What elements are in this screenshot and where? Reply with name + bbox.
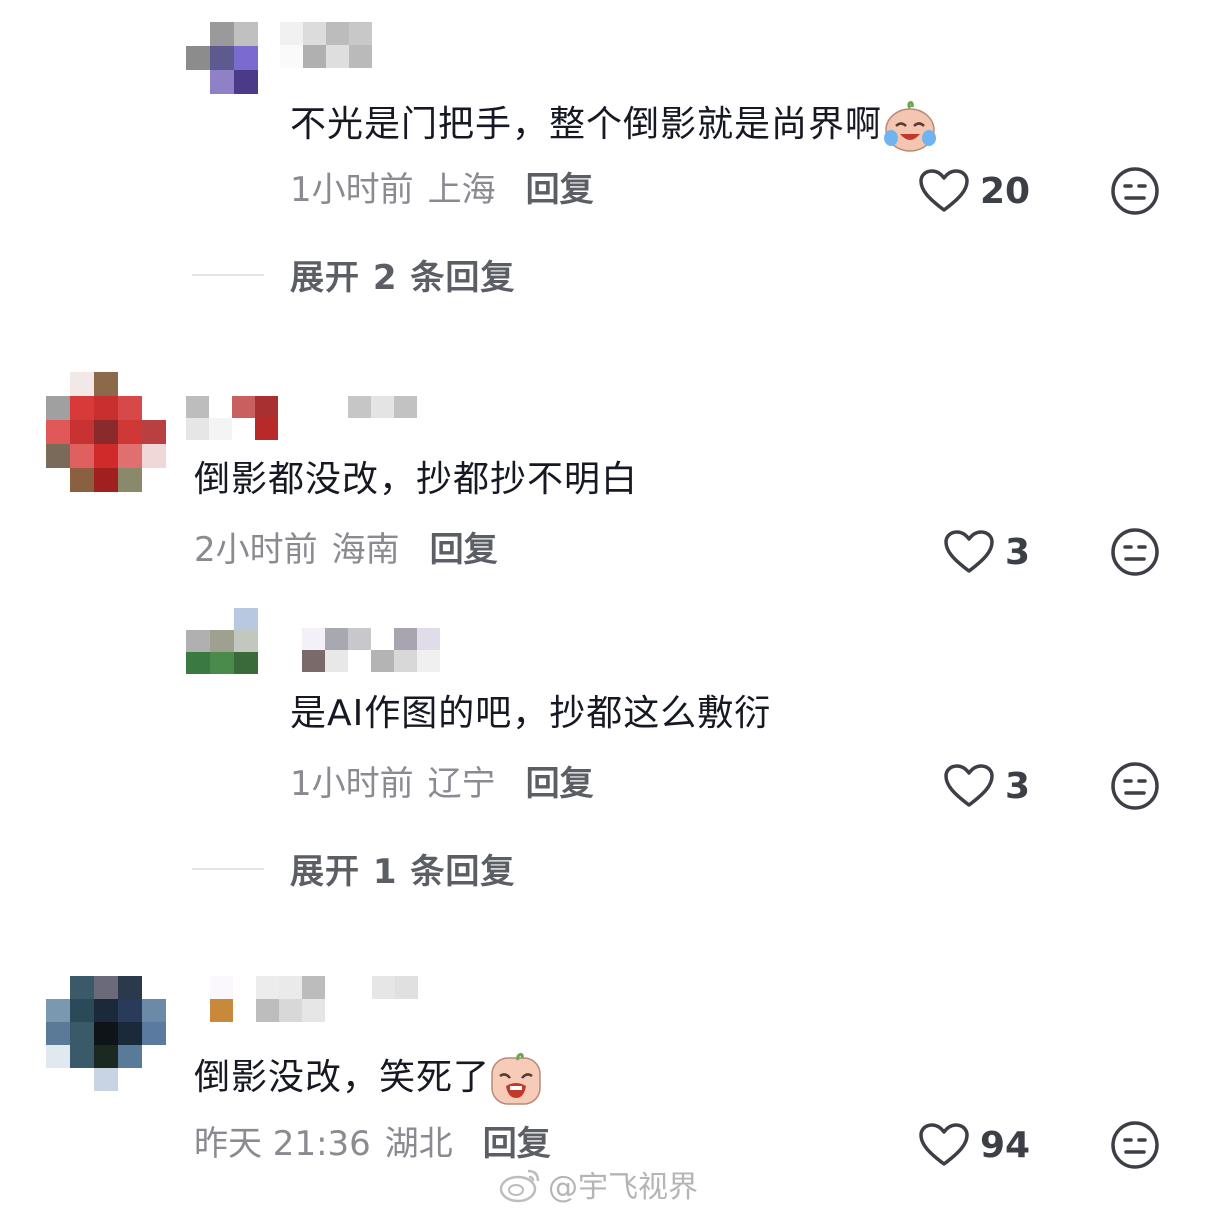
username-blurred[interactable] xyxy=(210,976,325,1022)
divider-line xyxy=(192,867,264,870)
comment-time: 1小时前 xyxy=(290,764,414,804)
watermark-text: @宇飞视界 xyxy=(548,1170,698,1205)
reply-button[interactable]: 回复 xyxy=(430,530,498,570)
comment-location: 海南 xyxy=(331,530,400,570)
dislike-face-icon[interactable] xyxy=(1110,527,1160,577)
comment-text: 倒影都没改，抄都抄不明白 xyxy=(194,459,639,500)
like-button[interactable]: 3 xyxy=(943,761,1030,811)
expand-replies-label: 展开 2 条回复 xyxy=(290,258,516,298)
comment-meta: 1小时前 辽宁 回复 xyxy=(290,764,594,804)
comment-time: 2小时前 xyxy=(194,530,318,570)
heart-icon xyxy=(919,169,969,212)
heart-icon xyxy=(944,764,994,807)
heart-icon xyxy=(944,530,994,573)
laughing-crying-emoji-icon xyxy=(491,1052,541,1105)
avatar[interactable] xyxy=(186,608,258,674)
crying-laughing-emoji-icon xyxy=(884,101,937,152)
comment-meta: 1小时前 上海 回复 xyxy=(290,170,594,210)
heart-icon xyxy=(919,1123,969,1166)
comment-text: 是AI作图的吧，抄都这么敷衍 xyxy=(290,693,772,734)
watermark: @宇飞视界 xyxy=(498,1162,698,1206)
comment-text: 不光是门把手，整个倒影就是尚界啊 xyxy=(290,98,938,154)
expand-replies-label: 展开 1 条回复 xyxy=(290,852,516,892)
dislike-face-icon[interactable] xyxy=(1110,761,1160,811)
like-count: 94 xyxy=(980,1124,1031,1166)
avatar[interactable] xyxy=(186,22,258,94)
username-blurred-2 xyxy=(372,976,418,999)
dislike-face-icon[interactable] xyxy=(1110,1120,1160,1170)
divider-line xyxy=(192,273,264,276)
avatar[interactable] xyxy=(46,372,166,492)
comment-text: 倒影没改，笑死了 xyxy=(194,1052,542,1106)
comment-meta: 2小时前 海南 回复 xyxy=(194,530,498,570)
dislike-face-icon[interactable] xyxy=(1110,166,1160,216)
username-blurred[interactable] xyxy=(186,396,278,440)
reply-button[interactable]: 回复 xyxy=(526,170,594,210)
expand-replies-button[interactable]: 展开 2 条回复 xyxy=(192,250,515,299)
like-button[interactable]: 3 xyxy=(943,527,1030,577)
like-button[interactable]: 94 xyxy=(918,1120,1030,1170)
comment-location: 辽宁 xyxy=(427,764,496,804)
username-blurred[interactable] xyxy=(280,22,372,68)
comment-location: 湖北 xyxy=(384,1124,453,1164)
username-blurred[interactable] xyxy=(302,628,440,672)
like-count: 3 xyxy=(1005,765,1031,807)
avatar[interactable] xyxy=(46,976,166,1091)
comment-location: 上海 xyxy=(427,170,496,210)
comment-meta: 昨天 21:36 湖北 回复 xyxy=(194,1124,551,1164)
comment-time: 1小时前 xyxy=(290,170,414,210)
like-button[interactable]: 20 xyxy=(918,166,1030,216)
comment-time: 昨天 21:36 xyxy=(194,1124,371,1164)
like-count: 3 xyxy=(1005,531,1031,573)
reply-button[interactable]: 回复 xyxy=(526,764,594,804)
weibo-logo-icon xyxy=(499,1169,540,1203)
expand-replies-button[interactable]: 展开 1 条回复 xyxy=(192,844,515,893)
reply-button[interactable]: 回复 xyxy=(483,1124,551,1164)
username-blurred-2 xyxy=(348,396,417,418)
like-count: 20 xyxy=(980,170,1031,212)
